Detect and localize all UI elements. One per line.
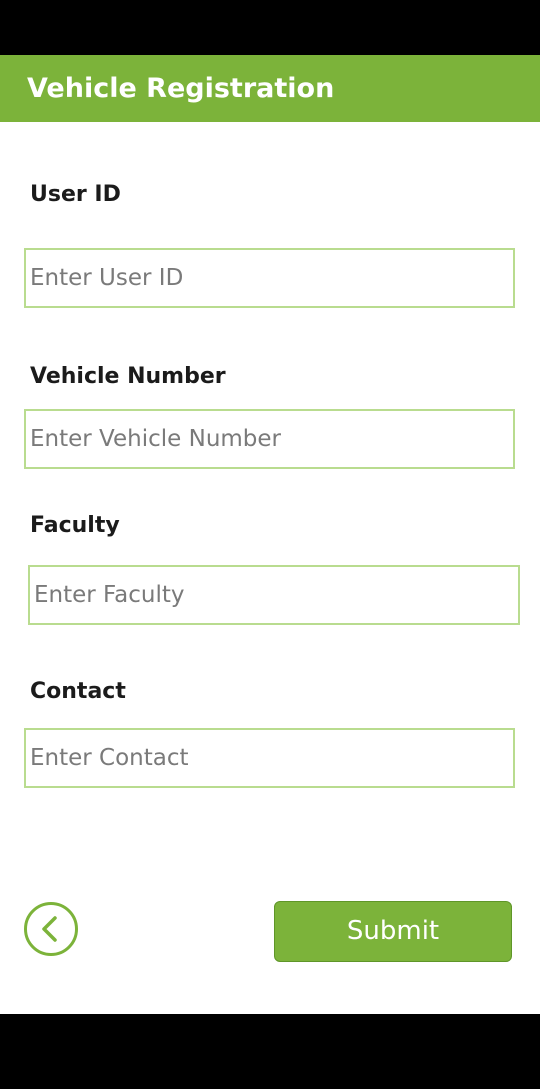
page-title: Vehicle Registration [27, 73, 335, 104]
contact-label: Contact [30, 679, 126, 704]
faculty-input[interactable] [28, 565, 520, 625]
user-id-label: User ID [30, 182, 121, 207]
user-id-input[interactable] [24, 248, 515, 308]
faculty-label: Faculty [30, 513, 120, 538]
chevron-left-icon [42, 916, 57, 942]
vehicle-number-label: Vehicle Number [30, 364, 226, 389]
navigation-bar [0, 1014, 540, 1089]
vehicle-number-input[interactable] [24, 409, 515, 469]
back-button[interactable] [24, 902, 78, 956]
status-bar [0, 0, 540, 55]
contact-input[interactable] [24, 728, 515, 788]
submit-button[interactable]: Submit [274, 901, 512, 962]
